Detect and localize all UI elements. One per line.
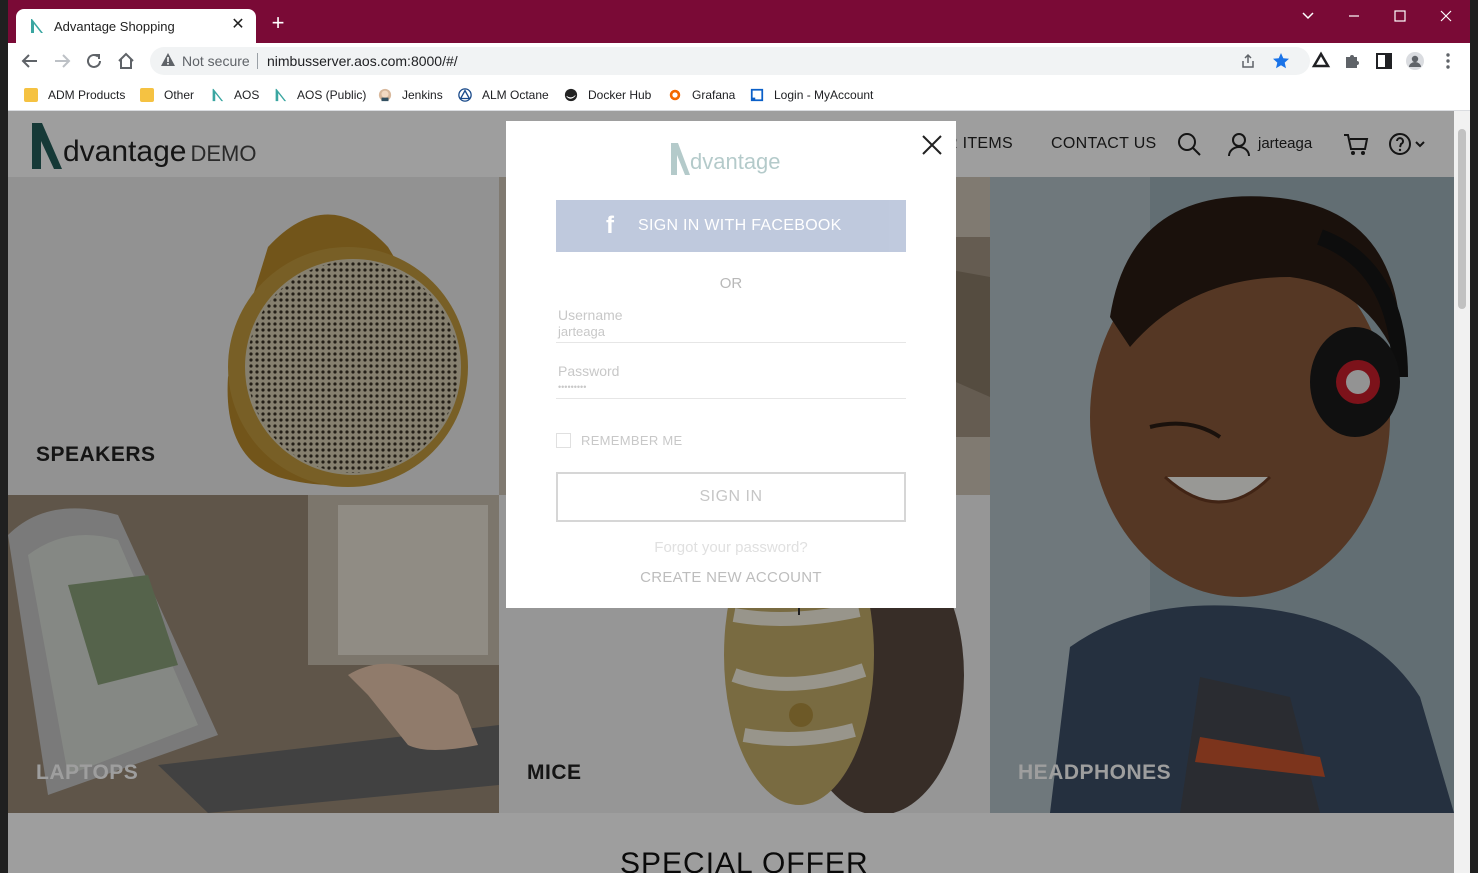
password-field[interactable]: Password ••••••••• (556, 363, 906, 399)
sign-in-button[interactable]: SIGN IN (556, 472, 906, 522)
bookmark-adm-products[interactable]: ADM Products (24, 85, 125, 105)
login-modal: dvantage f SIGN IN WITH FACEBOOK OR User… (506, 121, 956, 608)
warning-icon[interactable] (160, 52, 176, 68)
folder-icon (24, 88, 38, 102)
minimize-button[interactable] (1331, 4, 1377, 28)
web-page: dvantage DEMO R ITEMS CONTACT US jarteag… (8, 111, 1470, 873)
bookmark-grafana[interactable]: Grafana (668, 85, 735, 105)
extensions-puzzle-icon[interactable] (1342, 51, 1362, 71)
menu-kebab-icon[interactable] (1438, 51, 1458, 71)
back-button[interactable] (18, 49, 42, 73)
url-text[interactable]: nimbusserver.aos.com:8000/#/ (267, 53, 458, 69)
username-value[interactable]: jarteaga (558, 324, 605, 339)
password-label: Password (558, 363, 620, 379)
bookmark-alm-octane[interactable]: ALM Octane (458, 85, 549, 105)
modal-logo: dvantage (670, 143, 781, 175)
bookmarks-bar: ADM Products Other AOS AOS (Public) Jenk… (8, 79, 1470, 111)
myaccount-icon (750, 88, 764, 102)
reload-button[interactable] (82, 49, 106, 73)
jenkins-icon (378, 88, 392, 102)
tab-close-icon[interactable]: ✕ (228, 15, 248, 35)
bookmark-login-myaccount[interactable]: Login - MyAccount (750, 85, 873, 105)
octane-icon (458, 88, 472, 102)
forward-button[interactable] (50, 49, 74, 73)
bookmark-jenkins[interactable]: Jenkins (378, 85, 443, 105)
advantage-favicon-icon (31, 19, 43, 33)
username-label: Username (558, 307, 623, 323)
tab-strip: Advantage Shopping ✕ + (8, 0, 1470, 43)
new-tab-button[interactable]: + (266, 12, 290, 36)
browser-toolbar: Not secure nimbusserver.aos.com:8000/#/ (8, 43, 1470, 79)
docker-icon (564, 88, 578, 102)
bookmark-label: Login - MyAccount (774, 88, 874, 102)
advantage-icon (275, 88, 287, 102)
bookmark-star-icon[interactable] (1272, 52, 1290, 70)
browser-window: Advantage Shopping ✕ + Not secure nimbus… (8, 0, 1470, 873)
omnibox-separator (257, 53, 258, 69)
advantage-icon (212, 88, 224, 102)
bookmark-aos[interactable]: AOS (210, 85, 259, 105)
bookmark-label: Other (164, 88, 195, 102)
remember-me-checkbox[interactable]: REMEMBER ME (556, 433, 683, 448)
close-window-button[interactable] (1423, 4, 1469, 28)
remember-me-label: REMEMBER ME (581, 433, 683, 448)
advantage-logo-icon (671, 143, 690, 175)
close-icon[interactable] (920, 133, 944, 157)
tab-title: Advantage Shopping (54, 19, 175, 34)
grafana-icon (669, 89, 681, 101)
address-bar[interactable]: Not secure nimbusserver.aos.com:8000/#/ (150, 47, 1310, 75)
folder-icon (140, 88, 154, 102)
bookmark-other[interactable]: Other (140, 85, 194, 105)
page-scrollbar[interactable] (1454, 111, 1470, 873)
checkbox-box[interactable] (556, 433, 571, 448)
bookmark-label: ADM Products (48, 88, 126, 102)
create-account-link[interactable]: CREATE NEW ACCOUNT (506, 569, 956, 586)
bookmark-docker-hub[interactable]: Docker Hub (564, 85, 651, 105)
bookmark-label: Grafana (692, 88, 736, 102)
facebook-signin-label: SIGN IN WITH FACEBOOK (638, 217, 842, 234)
bookmark-label: Docker Hub (588, 88, 652, 102)
scrollbar-thumb[interactable] (1458, 129, 1466, 309)
bookmark-label: AOS (234, 88, 260, 102)
browser-tab[interactable]: Advantage Shopping ✕ (16, 9, 256, 43)
not-secure-label[interactable]: Not secure (182, 53, 250, 69)
tab-search-icon[interactable] (1285, 4, 1331, 28)
modal-logo-word: dvantage (690, 149, 781, 174)
profile-avatar-icon[interactable] (1405, 51, 1425, 71)
drive-extension-icon[interactable] (1311, 51, 1331, 71)
bookmark-label: ALM Octane (482, 88, 549, 102)
or-divider: OR (719, 275, 743, 292)
side-panel-icon[interactable] (1374, 51, 1394, 71)
maximize-button[interactable] (1377, 4, 1423, 28)
forgot-password-link[interactable]: Forgot your password? (506, 539, 956, 556)
facebook-signin-button[interactable]: f SIGN IN WITH FACEBOOK (556, 200, 906, 252)
password-value[interactable]: ••••••••• (558, 382, 586, 392)
bookmark-aos-public[interactable]: AOS (Public) (273, 85, 366, 105)
share-icon[interactable] (1240, 53, 1256, 69)
bookmark-label: Jenkins (402, 88, 443, 102)
facebook-icon: f (606, 212, 614, 239)
username-field[interactable]: Username jarteaga (556, 307, 906, 343)
home-button[interactable] (114, 49, 138, 73)
bookmark-label: AOS (Public) (297, 88, 367, 102)
